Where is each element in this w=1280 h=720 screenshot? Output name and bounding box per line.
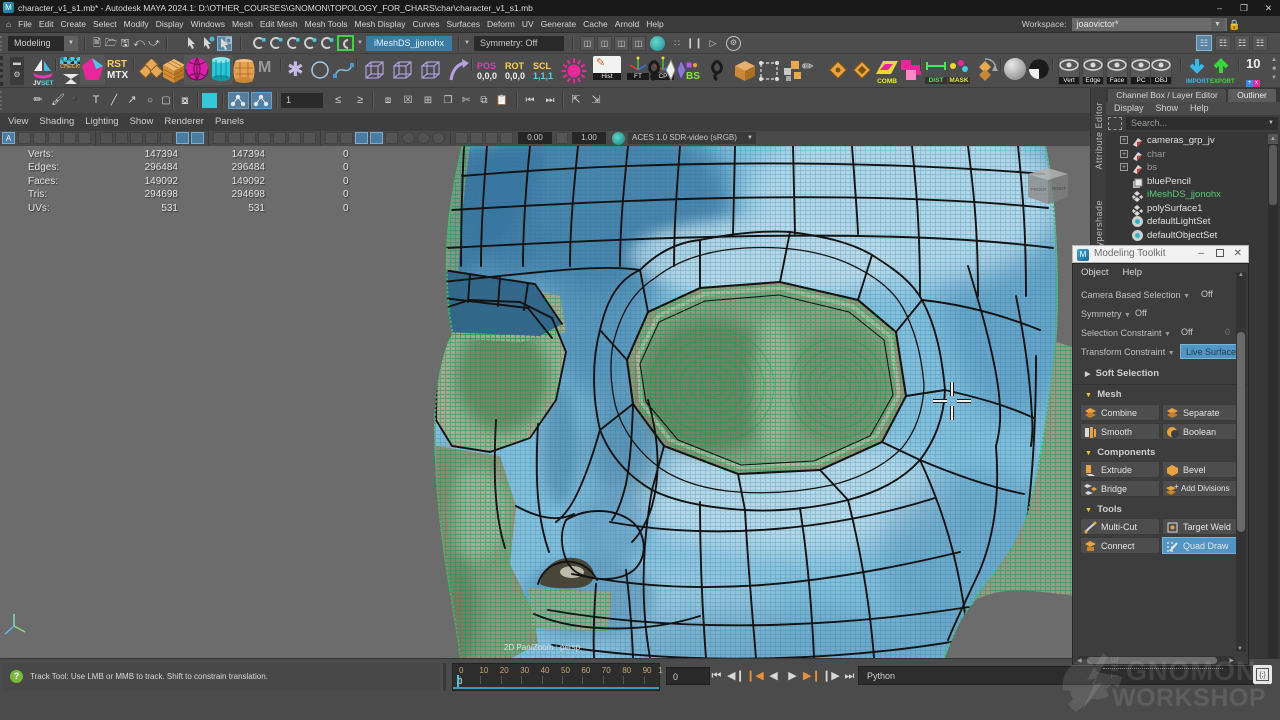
svg-text:2D Pan/Zoom : persp: 2D Pan/Zoom : persp [504, 643, 581, 652]
svg-text:GNOMON: GNOMON [1126, 656, 1257, 686]
svg-text:RIGHT: RIGHT [1052, 186, 1066, 191]
svg-text:FRONT: FRONT [1031, 187, 1047, 192]
svg-text:THE: THE [1109, 655, 1121, 679]
svg-text:WORKSHOP: WORKSHOP [1112, 684, 1266, 712]
svg-text:+: + [1174, 483, 1179, 491]
